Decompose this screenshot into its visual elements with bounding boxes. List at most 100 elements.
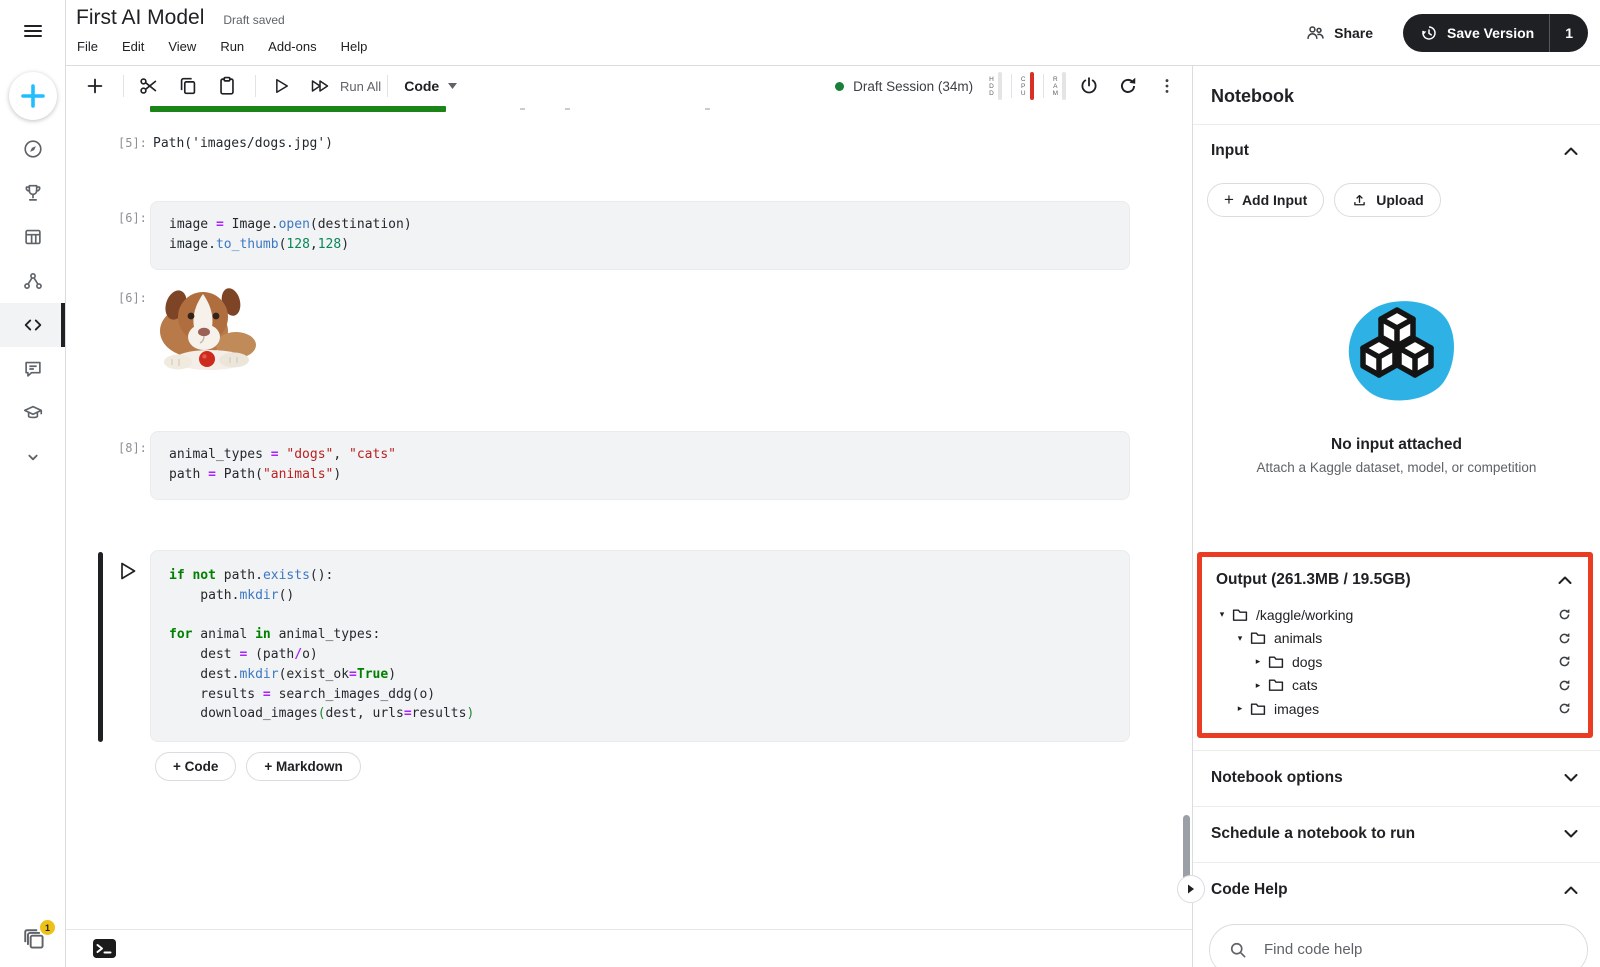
menu-file[interactable]: File — [77, 39, 98, 54]
refresh-icon[interactable] — [1557, 678, 1572, 693]
share-people-icon — [1305, 22, 1326, 43]
no-input-empty-state: No input attached Attach a Kaggle datase… — [1193, 296, 1600, 475]
menu-edit[interactable]: Edit — [122, 39, 144, 54]
folder-icon — [1250, 631, 1266, 645]
code-cell-editor[interactable]: if not path.exists(): path.mkdir() for a… — [150, 550, 1130, 742]
chevron-up-icon — [1564, 147, 1578, 155]
menu-bar: File Edit View Run Add-ons Help — [77, 39, 367, 54]
tree-node-animals[interactable]: ▾ animals — [1202, 627, 1588, 651]
sidebar-item-datasets[interactable] — [0, 215, 65, 259]
sidebar-item-more[interactable] — [0, 435, 65, 479]
expand-caret-icon[interactable]: ▾ — [1214, 609, 1230, 620]
share-button[interactable]: Share — [1305, 22, 1373, 43]
execution-count: [8]: — [118, 441, 150, 455]
section-code-help[interactable]: Code Help — [1193, 862, 1600, 918]
run-all-icon[interactable] — [307, 73, 333, 99]
expand-caret-icon[interactable]: ▸ — [1250, 656, 1266, 667]
panel-collapse-button[interactable] — [1177, 875, 1205, 903]
comment-icon — [22, 358, 44, 380]
menu-add-ons[interactable]: Add-ons — [268, 39, 316, 54]
output-file-tree: ▾ /kaggle/working ▾ animals ▸ dogs ▸ cat… — [1202, 603, 1588, 721]
run-all-label[interactable]: Run All — [340, 79, 381, 94]
cell-text-output: Path('images/dogs.jpg') — [150, 133, 1130, 154]
sidebar-item-discussions[interactable] — [0, 347, 65, 391]
input-section-header[interactable]: Input — [1193, 125, 1600, 177]
add-cell-button[interactable] — [82, 73, 108, 99]
add-code-button[interactable]: + Code — [155, 752, 236, 781]
cell-gutter: [8]: — [65, 431, 150, 455]
menu-view[interactable]: View — [168, 39, 196, 54]
execution-count: [5]: — [118, 136, 150, 150]
cell-marker — [520, 108, 525, 110]
chevron-down-icon — [1564, 774, 1578, 782]
folder-icon — [1268, 678, 1284, 692]
notebook-title[interactable]: First AI Model — [76, 6, 204, 30]
sidebar-item-learn[interactable] — [0, 391, 65, 435]
run-cell-toolbar-button[interactable] — [268, 73, 294, 99]
expand-caret-icon[interactable]: ▸ — [1232, 703, 1248, 714]
session-active-dot — [835, 82, 844, 91]
sidebar-item-home[interactable] — [0, 127, 65, 171]
tree-node-dogs[interactable]: ▸ dogs — [1202, 650, 1588, 674]
notebook-toolbar: Run All Code Draft Session (34m) H D DC … — [65, 65, 1192, 107]
toolbar-divider — [255, 75, 256, 97]
tree-node-kaggle-working[interactable]: ▾ /kaggle/working — [1202, 603, 1588, 627]
history-clock-icon — [1420, 24, 1438, 42]
run-cell-button[interactable] — [120, 562, 138, 580]
refresh-icon[interactable] — [1557, 701, 1572, 716]
refresh-icon[interactable] — [1557, 607, 1572, 622]
version-count[interactable]: 1 — [1550, 14, 1588, 52]
sidebar-item-code[interactable] — [0, 303, 65, 347]
cell-list: [5]:Path('images/dogs.jpg') [6]:image = I… — [65, 112, 1192, 929]
cell-2-image-output: [6]: — [65, 275, 1192, 375]
cell-type-dropdown[interactable]: Code — [404, 78, 457, 94]
meter-divider — [1011, 74, 1012, 98]
empty-state-title: No input attached — [1193, 436, 1600, 454]
add-input-button[interactable]: + Add Input — [1207, 183, 1324, 217]
output-section-header[interactable]: Output (261.3MB / 19.5GB) — [1202, 557, 1588, 603]
toolbar-divider — [123, 75, 124, 97]
section-notebook-options[interactable]: Notebook options — [1193, 750, 1600, 806]
code-cell-editor[interactable]: image = Image.open(destination)image.to_… — [150, 201, 1130, 270]
add-markdown-button[interactable]: + Markdown — [246, 752, 360, 781]
autosave-status: Draft saved — [223, 13, 284, 27]
code-help-search[interactable] — [1209, 924, 1588, 967]
cell-marker — [565, 108, 570, 110]
cut-cell-button[interactable] — [136, 73, 162, 99]
create-button[interactable] — [9, 72, 57, 120]
tree-node-label: cats — [1292, 677, 1557, 693]
active-events-button[interactable]: 1 — [22, 927, 48, 953]
sidebar-item-competitions[interactable] — [0, 171, 65, 215]
cell-4-code-selected: if not path.exists(): path.mkdir() for a… — [65, 550, 1192, 742]
tree-node-cats[interactable]: ▸ cats — [1202, 674, 1588, 698]
section-schedule-a-notebook-to-run[interactable]: Schedule a notebook to run — [1193, 806, 1600, 862]
copy-cell-button[interactable] — [175, 73, 201, 99]
datasets-grid-icon — [22, 226, 44, 248]
hamburger-menu-icon[interactable] — [21, 19, 45, 43]
sidebar-item-models[interactable] — [0, 259, 65, 303]
menu-help[interactable]: Help — [341, 39, 368, 54]
code-cell-editor[interactable]: animal_types = "dogs", "cats"path = Path… — [150, 431, 1130, 500]
expand-caret-icon[interactable]: ▸ — [1250, 680, 1266, 691]
menu-run[interactable]: Run — [220, 39, 244, 54]
refresh-icon[interactable] — [1557, 631, 1572, 646]
output-image-dog — [150, 275, 262, 375]
expand-caret-icon[interactable]: ▾ — [1232, 633, 1248, 644]
upload-button[interactable]: Upload — [1334, 183, 1440, 217]
graduation-cap-icon — [22, 402, 44, 424]
refresh-icon[interactable] — [1557, 654, 1572, 669]
paste-cell-button[interactable] — [214, 73, 240, 99]
restart-session-button[interactable] — [1115, 73, 1141, 99]
panel-sections: Notebook options Schedule a notebook to … — [1193, 750, 1600, 918]
save-version-button[interactable]: Save Version 1 — [1403, 14, 1588, 52]
code-help-input[interactable] — [1262, 940, 1577, 959]
terminal-icon[interactable] — [92, 938, 117, 959]
tree-node-images[interactable]: ▸ images — [1202, 697, 1588, 721]
meter-ram: R A M — [1053, 72, 1066, 100]
meter-cpu: C P U — [1021, 72, 1034, 100]
cell-marker — [705, 108, 710, 110]
chevron-down-icon — [22, 446, 44, 468]
session-status[interactable]: Draft Session (34m) — [835, 79, 973, 94]
power-button[interactable] — [1076, 73, 1102, 99]
more-options-kebab-icon[interactable] — [1154, 73, 1180, 99]
